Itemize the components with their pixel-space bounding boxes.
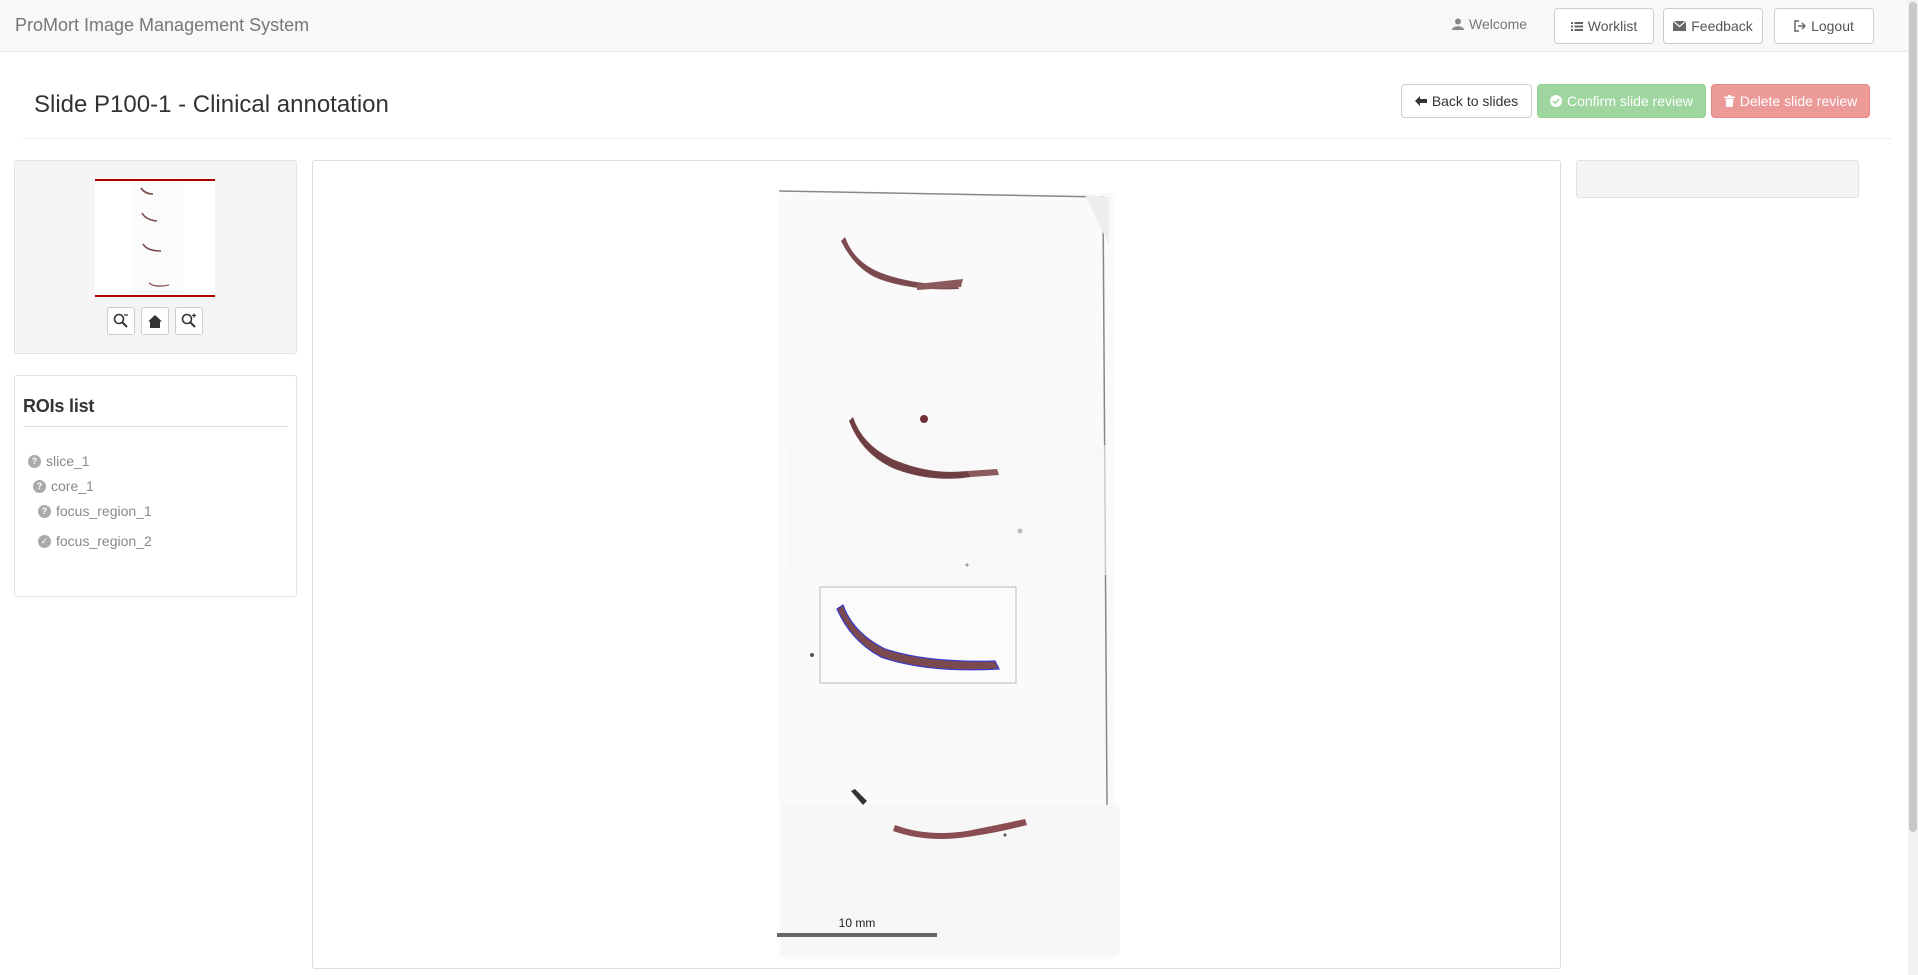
scale-bar-label: 10 mm [838,916,876,930]
scale-bar: 10 mm [777,916,937,937]
slide-thumbnail[interactable] [95,179,215,297]
page-scrollbar[interactable] [1908,0,1918,975]
roi-item-label: core_1 [51,478,94,494]
navigator-panel [14,160,297,354]
worklist-label: Worklist [1587,18,1638,34]
scrollbar-thumb[interactable] [1909,2,1917,832]
roi-item-label: focus_region_2 [56,533,152,549]
roi-item-label: focus_region_1 [56,503,152,519]
top-navbar: ProMort Image Management System Welcome … [0,0,1908,52]
feedback-button[interactable]: Feedback [1663,8,1763,44]
logout-label: Logout [1811,18,1854,34]
check-circle-icon: ✓ [38,534,51,548]
zoom-in-icon [181,313,196,328]
rois-list-title: ROIs list [23,396,95,416]
page-title: Slide P100-1 - Clinical annotation [34,91,389,118]
scale-bar-line [777,933,937,937]
logout-button[interactable]: Logout [1774,8,1874,44]
home-button[interactable] [141,307,169,335]
trash-icon [1723,95,1735,107]
question-circle-icon: ? [33,479,46,493]
confirm-slide-review-label: Confirm slide review [1566,93,1694,109]
arrow-left-icon [1414,96,1427,106]
slide-image[interactable] [767,185,1120,965]
welcome-label: Welcome [1452,16,1527,32]
list-icon [1570,21,1583,31]
delete-slide-review-button[interactable]: Delete slide review [1711,84,1870,118]
roi-item-label: slice_1 [46,453,90,469]
question-circle-icon: ? [28,454,41,468]
rois-list-panel: ROIs list ? slice_1 ? core_1 ? focus_reg… [14,375,297,597]
zoom-in-button[interactable] [175,307,203,335]
zoom-out-icon [113,313,128,328]
roi-item-focus-region-2[interactable]: ✓ focus_region_2 [38,533,152,549]
roi-item-core-1[interactable]: ? core_1 [33,478,94,494]
header-divider [22,138,1892,139]
back-to-slides-label: Back to slides [1431,93,1519,109]
user-icon [1452,18,1464,30]
app-brand[interactable]: ProMort Image Management System [15,15,309,36]
logout-icon [1794,20,1807,32]
worklist-button[interactable]: Worklist [1554,8,1654,44]
roi-item-focus-region-1[interactable]: ? focus_region_1 [38,503,152,519]
home-icon [148,314,162,328]
roi-item-slice-1[interactable]: ? slice_1 [28,453,90,469]
zoom-out-button[interactable] [107,307,135,335]
envelope-icon [1673,21,1687,31]
feedback-label: Feedback [1691,18,1753,34]
review-side-panel [1576,160,1859,198]
slide-viewer[interactable]: 10 mm [312,160,1561,969]
delete-slide-review-label: Delete slide review [1739,93,1858,109]
confirm-slide-review-button[interactable]: Confirm slide review [1537,84,1706,118]
back-to-slides-button[interactable]: Back to slides [1401,84,1532,118]
rois-list-divider [23,426,288,427]
question-circle-icon: ? [38,504,51,518]
welcome-text: Welcome [1469,16,1528,32]
check-circle-icon [1549,95,1562,107]
